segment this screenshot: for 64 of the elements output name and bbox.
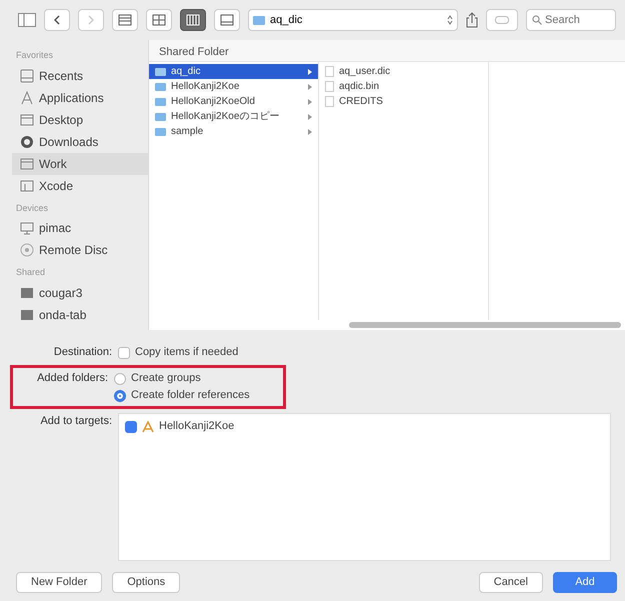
sidebar-item[interactable]: Xcode — [12, 174, 148, 196]
file-row[interactable]: HelloKanji2Koe — [149, 79, 318, 94]
file-row[interactable]: aqdic.bin — [319, 79, 488, 94]
disc-icon — [20, 243, 34, 257]
target-checkbox[interactable]: HelloKanji2Koe — [125, 418, 604, 435]
file-row[interactable]: aq_dic — [149, 64, 318, 79]
sidebar-item[interactable]: Desktop — [12, 108, 148, 130]
file-row[interactable]: HelloKanji2Koeのコピー — [149, 109, 318, 124]
file-row[interactable]: sample — [149, 124, 318, 139]
add-button[interactable]: Add — [553, 572, 617, 592]
sidebar-item[interactable]: Applications — [12, 86, 148, 108]
scrollbar-thumb[interactable] — [349, 322, 621, 328]
chevron-icon — [308, 128, 312, 134]
document-icon — [325, 66, 334, 77]
dialog-button[interactable]: Options — [112, 572, 180, 592]
checkbox[interactable]: Copy items if needed — [118, 344, 238, 361]
desktop-icon — [20, 112, 34, 126]
search-icon — [532, 15, 542, 25]
option-label: Added folders: — [36, 371, 109, 386]
column-header: Shared Folder — [149, 40, 625, 62]
back-icon — [54, 15, 60, 25]
option-label: Add to targets: — [39, 414, 113, 429]
recents-icon — [20, 68, 34, 82]
downloads-icon — [20, 134, 34, 148]
sidebar-item[interactable]: cougar3 — [12, 282, 148, 304]
icon-view-icon — [152, 14, 166, 26]
computer-icon — [20, 221, 34, 235]
document-icon — [325, 81, 334, 92]
sidebar-toggle-icon[interactable] — [18, 13, 36, 27]
file-row[interactable]: aq_user.dic — [319, 64, 488, 79]
chevron-icon — [308, 84, 312, 90]
radio-button[interactable]: Create groups — [114, 370, 250, 387]
gallery-view-icon — [220, 14, 234, 26]
file-row[interactable]: CREDITS — [319, 94, 488, 109]
view-button[interactable] — [180, 9, 206, 31]
chevron-icon — [308, 98, 312, 104]
applications-icon — [20, 90, 34, 104]
sidebar-item[interactable]: Remote Disc — [12, 239, 148, 261]
forward-icon — [88, 15, 94, 25]
sidebar-item[interactable]: onda-tab — [12, 304, 148, 326]
sidebar-heading: Favorites — [15, 49, 54, 62]
sidebar-item[interactable]: pimac — [12, 217, 148, 239]
sidebar-item[interactable]: Work — [12, 152, 148, 174]
dialog-button[interactable]: New Folder — [16, 572, 102, 592]
sidebar-item[interactable]: Downloads — [12, 130, 148, 152]
document-icon — [325, 96, 334, 107]
sidebar-heading: Shared — [15, 266, 46, 279]
file-row[interactable]: HelloKanji2KoeOld — [149, 94, 318, 109]
radio-button[interactable]: Create folder references — [114, 387, 250, 404]
tag-icon — [495, 16, 509, 24]
sidebar-heading: Devices — [15, 202, 50, 214]
updown-icon — [447, 15, 453, 25]
chevron-icon — [308, 114, 312, 120]
column-view-icon — [186, 14, 200, 26]
back-button[interactable] — [44, 9, 70, 31]
share-icon[interactable] — [466, 12, 478, 28]
search-field[interactable]: Search — [526, 9, 616, 31]
sidebar-item[interactable]: Recents — [12, 64, 148, 86]
app-icon — [142, 420, 154, 432]
list-view-icon — [118, 14, 132, 26]
chevron-icon — [308, 68, 312, 74]
dialog-button[interactable]: Cancel — [478, 572, 543, 592]
path-popup[interactable]: aq_dic — [248, 9, 458, 31]
option-label: Destination: — [52, 345, 113, 360]
